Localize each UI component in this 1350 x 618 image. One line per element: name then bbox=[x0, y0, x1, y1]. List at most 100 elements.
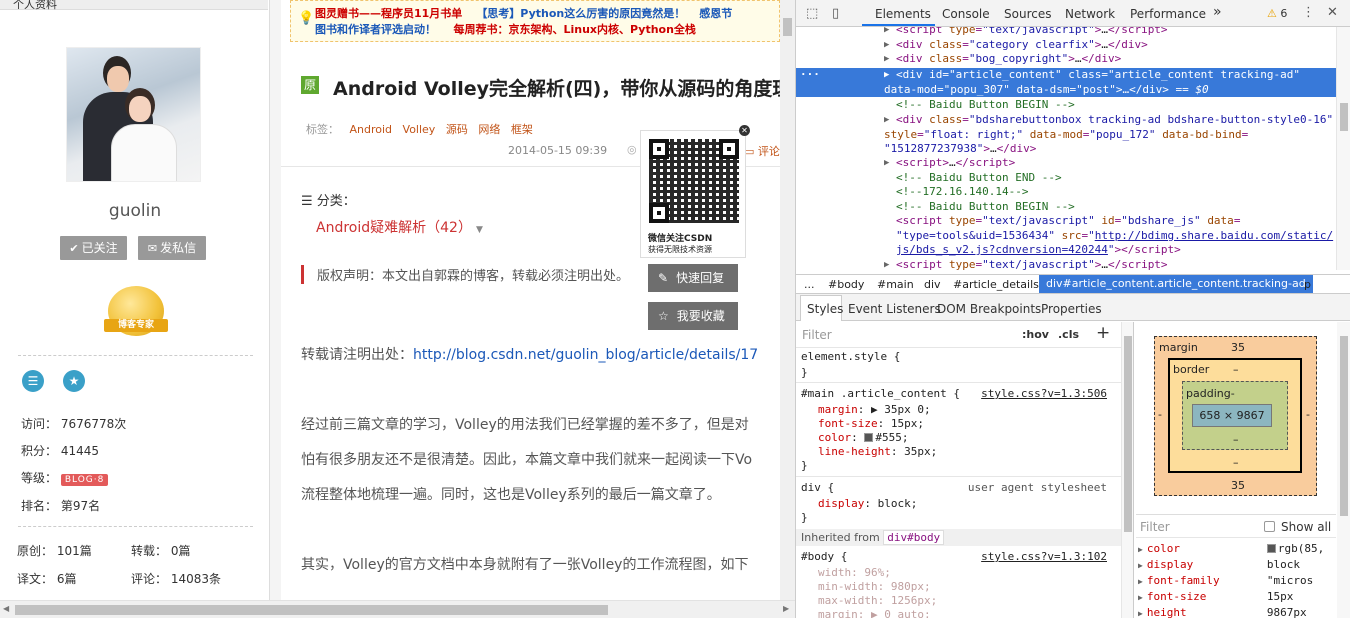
breadcrumb-item[interactable]: p bbox=[1304, 278, 1311, 291]
style-declaration[interactable]: color: #555; bbox=[818, 431, 909, 445]
dom-node[interactable]: <script type="text/javascript" id="bdsha… bbox=[796, 214, 1336, 257]
tag-link[interactable]: 网络 bbox=[478, 123, 500, 136]
breadcrumb-item[interactable]: ... bbox=[804, 278, 815, 291]
message-button[interactable]: ✉ 发私信 bbox=[138, 236, 206, 260]
dom-comment[interactable]: <!--172.16.140.14--> bbox=[796, 185, 1336, 200]
dom-node[interactable]: ▶ <script type="text/javascript">…</scrip… bbox=[796, 258, 1336, 270]
computed-property[interactable]: ▶ color rgb(85, bbox=[1138, 542, 1338, 555]
dom-comment[interactable]: <!-- Baidu Button BEGIN --> bbox=[796, 98, 1336, 113]
scroll-right-icon: ▶ bbox=[783, 604, 790, 613]
style-declaration[interactable]: font-size: 15px; bbox=[818, 417, 924, 431]
breadcrumb-item[interactable]: #body bbox=[828, 278, 864, 291]
rule-selector: element.style { bbox=[801, 350, 901, 363]
paragraph-line: 怕有很多朋友还不是很清楚。因此，本篇文章中我们就来一起阅读一下Vo bbox=[301, 452, 753, 468]
follow-button[interactable]: ✔ 已关注 bbox=[60, 236, 127, 260]
quick-reply-button[interactable]: ✎ 快速回复 bbox=[648, 264, 738, 292]
reprint-line: 转载请注明出处：http://blog.csdn.net/guolin_blog… bbox=[301, 347, 759, 363]
tag-link[interactable]: Volley bbox=[403, 123, 436, 136]
breadcrumb-item[interactable]: #article_details bbox=[953, 278, 1039, 291]
category-dropdown[interactable]: Android疑难解析（42） ▼ bbox=[316, 217, 483, 237]
breadcrumb-item-selected[interactable]: div#article_content.article_content.trac… bbox=[1039, 275, 1313, 293]
tab-performance[interactable]: Performance bbox=[1130, 7, 1206, 21]
page-vertical-scrollbar[interactable] bbox=[780, 0, 795, 600]
article-title[interactable]: Android Volley完全解析(四)，带你从源码的角度理解V bbox=[333, 74, 783, 101]
list-icon[interactable]: ☰ bbox=[22, 370, 44, 392]
computed-scrollbar[interactable] bbox=[1337, 322, 1350, 618]
hover-state-toggle[interactable]: :hov bbox=[1022, 328, 1049, 341]
tab-elements[interactable]: Elements bbox=[875, 7, 931, 21]
breadcrumb-item[interactable]: div bbox=[924, 278, 941, 291]
category-label: ☰ 分类： bbox=[301, 194, 356, 209]
style-declaration[interactable]: margin: ▶ 35px 0; bbox=[818, 403, 931, 417]
star-icon[interactable]: ★ bbox=[63, 370, 85, 392]
stat-reprint: 转载： 0篇 bbox=[131, 544, 191, 558]
stat-original: 原创： 101篇 bbox=[17, 544, 92, 558]
browser-page: 个人资料 guolin ✔ 已关注 ✉ 发私信 博客专家 ☰ ★ 访问： 76767… bbox=[0, 0, 795, 618]
breadcrumb-item[interactable]: #main bbox=[877, 278, 914, 291]
dom-scrollbar[interactable] bbox=[1336, 27, 1350, 270]
stylesheet-link[interactable]: style.css?v=1.3:506 bbox=[981, 387, 1107, 400]
notice-banner[interactable]: 💡 图灵赠书——程序员11月书单 【思考】Python这么厉害的原因竟然是！ 感… bbox=[290, 0, 780, 42]
tab-sources[interactable]: Sources bbox=[1004, 7, 1051, 21]
reprint-link[interactable]: http://blog.csdn.net/guolin_blog/article… bbox=[413, 347, 758, 363]
close-icon[interactable]: ✕ bbox=[739, 125, 750, 136]
tab-event-listeners[interactable]: Event Listeners bbox=[848, 302, 941, 316]
favorite-button[interactable]: ☆ 我要收藏 bbox=[648, 302, 738, 330]
copyright-notice: 版权声明：本文出自郭霖的博客，转载必须注明出处。 bbox=[301, 265, 629, 284]
dom-node[interactable]: ▶ <script>…</script> bbox=[796, 156, 1336, 171]
inherited-header: Inherited from div#body bbox=[796, 529, 1121, 546]
add-rule-icon[interactable]: + bbox=[1096, 323, 1110, 343]
inherited-node-link[interactable]: div#body bbox=[883, 530, 945, 545]
computed-property[interactable]: ▶ display block bbox=[1138, 558, 1338, 571]
kebab-menu-icon[interactable]: ⋮ bbox=[1302, 5, 1315, 20]
publish-date: 2014-05-15 09:39 bbox=[508, 144, 608, 157]
dom-tree: ▶ <script type="text/javascript">…</scrip… bbox=[796, 27, 1336, 270]
dom-node[interactable]: ▶ <div class="category clearfix">…</div> bbox=[796, 38, 1336, 53]
tab-console[interactable]: Console bbox=[942, 7, 990, 21]
computed-filter[interactable]: Filter Show all bbox=[1136, 514, 1336, 538]
tags-row: 标签： Android Volley 源码 网络 框架 bbox=[306, 123, 533, 136]
dom-comment[interactable]: <!-- Baidu Button END --> bbox=[796, 171, 1336, 186]
original-tag: 原 bbox=[301, 76, 319, 94]
qr-code-popup: 微信关注CSDN 获得无限技术资源 ✕ bbox=[640, 125, 750, 258]
styles-filter[interactable]: Filter :hov .cls + bbox=[796, 322, 1121, 348]
dom-node[interactable]: ▶ <script type="text/javascript">…</scrip… bbox=[796, 27, 1336, 38]
computed-property[interactable]: ▶ height 9867px bbox=[1138, 606, 1338, 618]
tag-link[interactable]: 源码 bbox=[446, 123, 468, 136]
rule-selector: #main .article_content { bbox=[801, 387, 960, 400]
dom-node[interactable]: ▶ <div class="bog_copyright">…</div> bbox=[796, 52, 1336, 67]
class-toggle[interactable]: .cls bbox=[1058, 328, 1079, 341]
comment-link[interactable]: ▭ 评论 bbox=[744, 143, 780, 159]
style-declaration: display: block; bbox=[818, 497, 918, 510]
tab-dom-breakpoints[interactable]: DOM Breakpoints bbox=[937, 302, 1041, 316]
computed-property[interactable]: ▶ font-family "micros bbox=[1138, 574, 1338, 587]
tab-network[interactable]: Network bbox=[1065, 7, 1115, 21]
color-swatch bbox=[864, 433, 874, 442]
styles-scrollbar[interactable] bbox=[1121, 322, 1134, 618]
dom-node-selected[interactable]: ··· ▶ <div id="article_content" class="a… bbox=[796, 68, 1336, 97]
style-declaration[interactable]: line-height: 35px; bbox=[818, 445, 937, 459]
tag-link[interactable]: 框架 bbox=[511, 123, 533, 136]
box-model-content[interactable]: 658 × 9867 bbox=[1192, 404, 1272, 427]
tab-styles[interactable]: Styles bbox=[807, 302, 843, 316]
sidebar-title: 个人资料 bbox=[13, 0, 57, 11]
stylesheet-link[interactable]: style.css?v=1.3:102 bbox=[981, 550, 1107, 563]
tab-properties[interactable]: Properties bbox=[1041, 302, 1102, 316]
rule-selector: div { bbox=[801, 481, 835, 494]
device-toolbar-icon[interactable]: ▯ bbox=[832, 6, 839, 21]
avatar[interactable] bbox=[66, 47, 201, 182]
paragraph-line: 其实，Volley的官方文档中本身就附有了一张Volley的工作流程图，如下 bbox=[301, 557, 749, 573]
tag-link[interactable]: Android bbox=[350, 123, 393, 136]
more-tabs-icon[interactable]: » bbox=[1213, 4, 1222, 20]
close-icon[interactable]: ✕ bbox=[1327, 5, 1338, 20]
stat-comments: 评论： 14083条 bbox=[131, 572, 222, 586]
page-horizontal-scrollbar[interactable]: ◀ ▶ bbox=[0, 600, 795, 618]
computed-property[interactable]: ▶ font-size 15px bbox=[1138, 590, 1338, 603]
dom-comment[interactable]: <!-- Baidu Button BEGIN --> bbox=[796, 200, 1336, 215]
dom-node[interactable]: "1512877237938">…</div> bbox=[796, 142, 1336, 157]
show-all-checkbox[interactable] bbox=[1264, 521, 1275, 532]
dom-node[interactable]: ▶ <div class="bdsharebuttonbox tracking-a… bbox=[796, 113, 1336, 142]
inspect-icon[interactable]: ⬚ bbox=[806, 6, 818, 21]
username[interactable]: guolin bbox=[0, 201, 270, 221]
warning-count[interactable]: ⚠ 6 bbox=[1267, 7, 1287, 20]
